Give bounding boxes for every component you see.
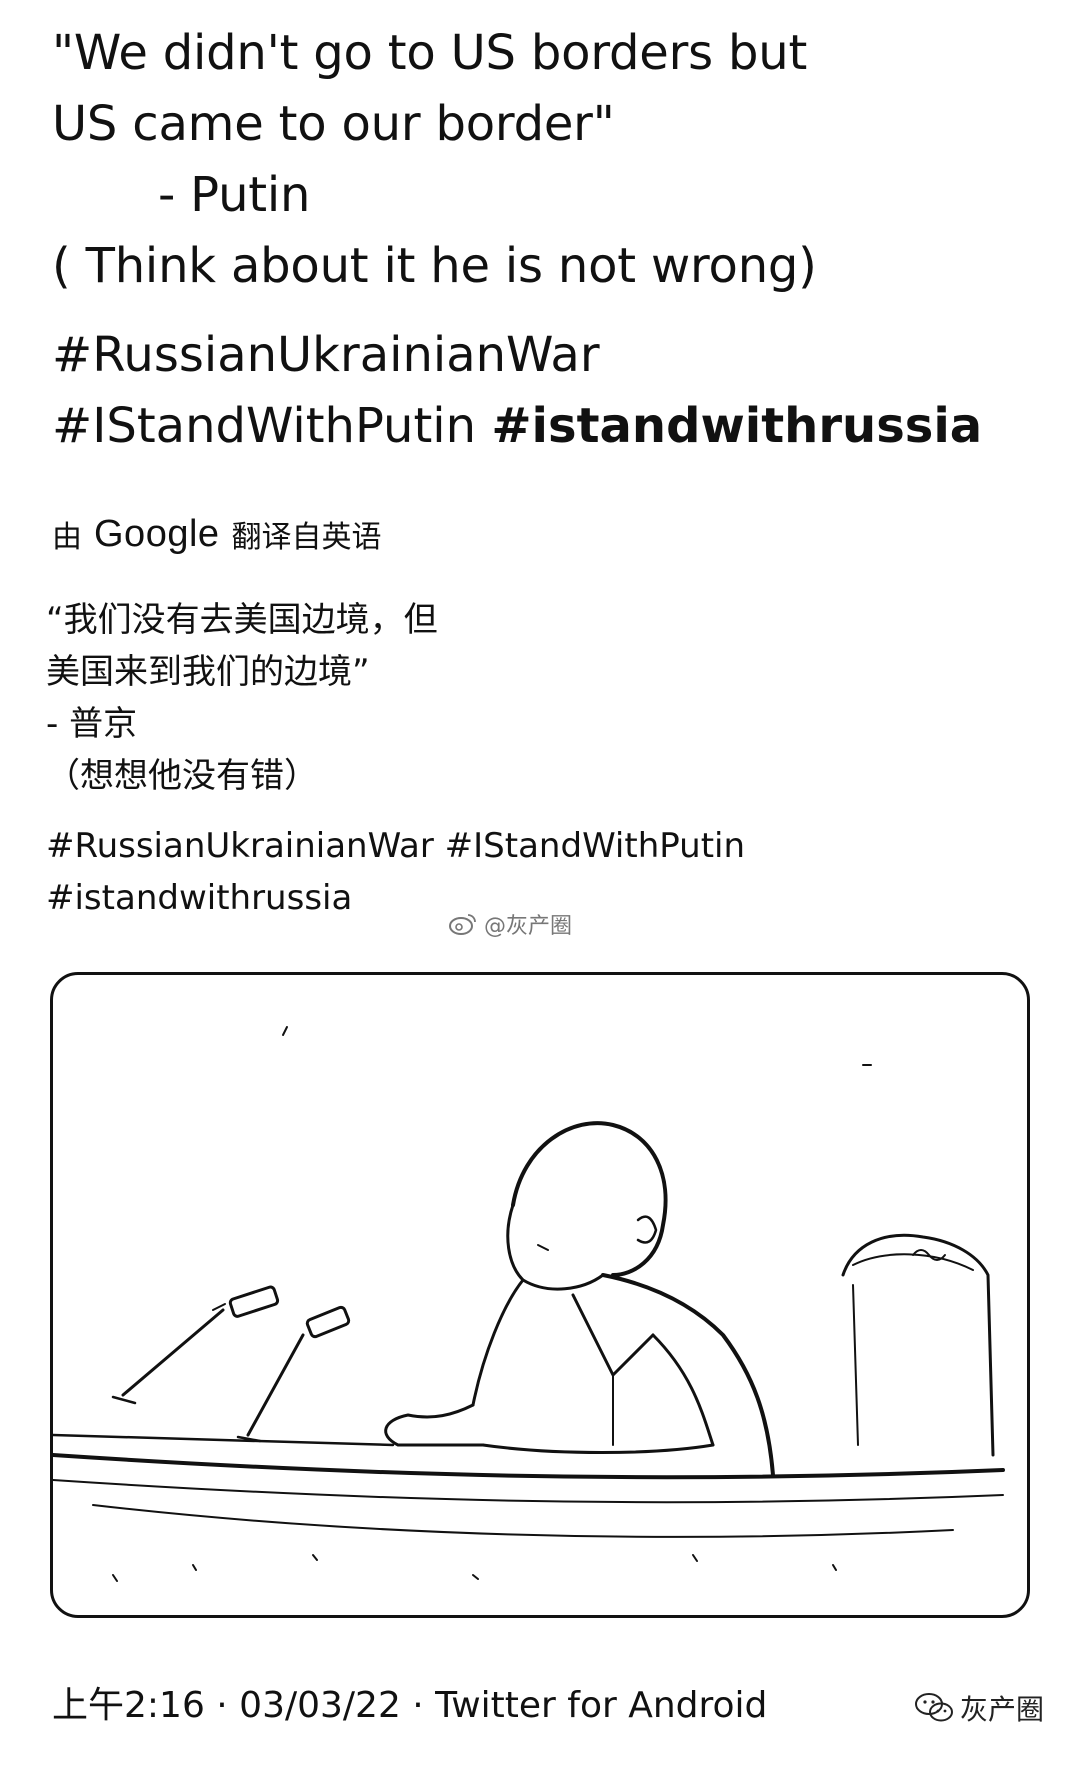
tweet-hashtags: #RussianUkrainianWar #IStandWithPutin #i… xyxy=(52,320,982,462)
wechat-icon xyxy=(915,1693,953,1722)
weibo-watermark-text: @灰产圈 xyxy=(484,914,573,939)
tweet-photo[interactable] xyxy=(50,972,1030,1618)
tweet-text-line: US came to our border" xyxy=(52,96,615,152)
translated-by-prefix: 由 xyxy=(52,520,82,555)
translated-hashtags-line[interactable]: #istandwithrussia xyxy=(46,872,745,924)
wechat-watermark: 灰产圈 xyxy=(914,1688,1044,1728)
translated-line: “我们没有去美国边境，但 xyxy=(46,600,438,640)
tweet: "We didn't go to US borders but US came … xyxy=(0,0,1080,1768)
google-logo: Google xyxy=(94,512,220,555)
translated-hashtags-line[interactable]: #RussianUkrainianWar #IStandWithPutin xyxy=(46,820,745,872)
hashtag-link[interactable]: #istandwithrussia xyxy=(491,398,982,454)
hashtag-link[interactable]: #RussianUkrainianWar xyxy=(52,320,982,391)
tweet-text-line: "We didn't go to US borders but xyxy=(52,25,808,81)
translated-by-google[interactable]: 由 Google 翻译自英语 xyxy=(52,512,382,556)
tweet-text-line: - Putin xyxy=(158,167,311,223)
translated-text: “我们没有去美国边境，但 美国来到我们的边境” - 普京 （想想他没有错） xyxy=(46,594,438,802)
hashtag-link[interactable]: #IStandWithPutin xyxy=(52,398,476,454)
weibo-watermark: @灰产圈 xyxy=(448,908,572,940)
tweet-text-line: ( Think about it he is not wrong) xyxy=(52,238,817,294)
tweet-meta: 上午2:16 · 03/03/22 · Twitter for Android xyxy=(52,1685,768,1726)
weibo-icon xyxy=(449,914,476,935)
translated-line: 美国来到我们的边境” xyxy=(46,652,370,692)
translated-line: （想想他没有错） xyxy=(46,756,318,796)
translated-hashtags: #RussianUkrainianWar #IStandWithPutin #i… xyxy=(46,820,745,924)
translated-line: - 普京 xyxy=(46,704,138,744)
translated-by-suffix: 翻译自英语 xyxy=(231,520,382,555)
wechat-watermark-label: 灰产圈 xyxy=(960,1693,1045,1726)
photo-illustration xyxy=(53,1026,1005,1582)
tweet-text: "We didn't go to US borders but US came … xyxy=(52,18,817,302)
